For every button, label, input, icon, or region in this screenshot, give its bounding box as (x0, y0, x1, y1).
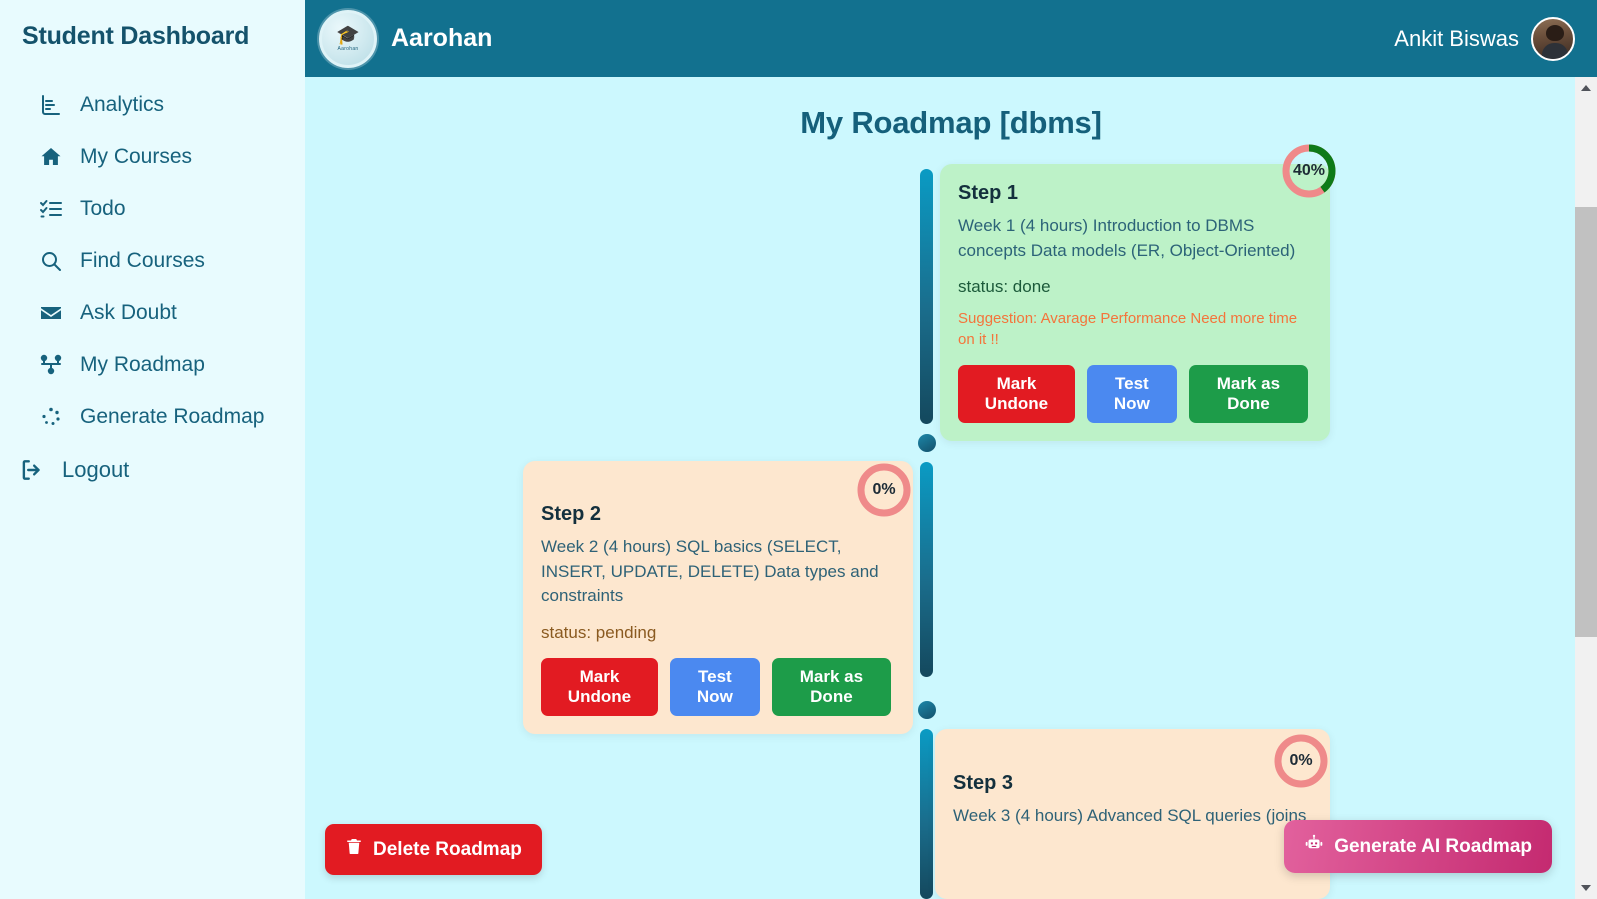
step-header: Step 2 0% (541, 463, 911, 526)
envelope-icon (38, 300, 64, 326)
step-card[interactable]: Step 3 0% Week 3 (4 hours) Advanced SQL … (935, 729, 1330, 899)
spinner-dots-icon (38, 404, 64, 430)
sitemap-icon (38, 352, 64, 378)
sidebar: Student Dashboard Analytics My Courses T… (0, 0, 305, 899)
topbar: 🎓 Aarohan Aarohan Ankit Biswas (305, 0, 1597, 77)
step-description: Week 3 (4 hours) Advanced SQL queries (j… (953, 806, 1307, 825)
sidebar-item-ask-doubt[interactable]: Ask Doubt (0, 287, 305, 339)
timeline-node (918, 434, 936, 452)
sidebar-nav: Analytics My Courses Todo Find Courses A… (0, 79, 305, 497)
sidebar-item-label: Generate Roadmap (80, 405, 265, 428)
page-title: My Roadmap [dbms] (800, 105, 1102, 140)
checklist-icon (38, 196, 64, 222)
sidebar-item-label: Analytics (80, 93, 165, 116)
timeline-node (918, 701, 936, 719)
progress-label: 0% (872, 481, 896, 498)
sidebar-item-label: Ask Doubt (80, 301, 177, 324)
main-area: 🎓 Aarohan Aarohan Ankit Biswas My Roadma… (305, 0, 1597, 899)
sidebar-item-my-roadmap[interactable]: My Roadmap (0, 339, 305, 391)
delete-roadmap-button[interactable]: Delete Roadmap (325, 824, 542, 875)
delete-roadmap-label: Delete Roadmap (373, 838, 522, 860)
sidebar-item-logout[interactable]: Logout (0, 443, 305, 497)
step-header: Step 3 0% (953, 734, 1328, 795)
timeline-segment (920, 729, 933, 899)
step-status: status: pending (541, 622, 657, 642)
analytics-chart-icon (38, 92, 64, 118)
timeline-segment (920, 462, 933, 677)
sidebar-item-analytics[interactable]: Analytics (0, 79, 305, 131)
sidebar-item-label: Todo (80, 197, 126, 220)
topbar-right: Ankit Biswas (1394, 16, 1575, 61)
scroll-down-button[interactable] (1575, 877, 1597, 899)
sidebar-item-label: Logout (62, 457, 130, 482)
search-icon (38, 248, 64, 274)
sidebar-item-generate-roadmap[interactable]: Generate Roadmap (0, 391, 305, 443)
logout-arrow-icon (18, 456, 46, 484)
step-title: Step 3 (953, 772, 1014, 794)
brand[interactable]: 🎓 Aarohan Aarohan (319, 9, 493, 68)
mark-as-done-button[interactable]: Mark as Done (1188, 365, 1308, 424)
avatar[interactable] (1531, 16, 1575, 61)
step-header: Step 1 40% (958, 144, 1336, 205)
trash-icon (345, 837, 363, 862)
step-description: Week 2 (4 hours) SQL basics (SELECT, INS… (541, 537, 879, 606)
progress-label: 40% (1292, 162, 1326, 179)
step-status: status: done (958, 277, 1051, 297)
progress-ring: 0% (1272, 732, 1330, 790)
progress-ring: 0% (855, 461, 913, 519)
caret-up-icon (1581, 85, 1591, 91)
app-root: Student Dashboard Analytics My Courses T… (0, 0, 1597, 899)
mark-undone-button[interactable]: Mark Undone (541, 657, 658, 716)
sidebar-title: Student Dashboard (22, 22, 250, 50)
step-suggestion: Suggestion: Avarage Performance Need mor… (958, 310, 1298, 349)
step-actions: Mark Undone Test Now Mark as Done (541, 657, 891, 716)
aarohan-logo-icon: 🎓 Aarohan (319, 9, 377, 68)
sidebar-item-my-courses[interactable]: My Courses (0, 131, 305, 183)
home-icon (38, 144, 64, 170)
step-description: Week 1 (4 hours) Introduction to DBMS co… (958, 216, 1296, 260)
scroll-up-button[interactable] (1575, 77, 1597, 99)
sidebar-item-label: My Roadmap (80, 353, 205, 376)
step-card[interactable]: Step 1 40% Week 1 (4 hours) Introduction… (940, 144, 1336, 442)
vertical-scrollbar[interactable] (1575, 77, 1597, 899)
logo-wordmark: Aarohan (337, 45, 359, 52)
step-actions: Mark Undone Test Now Mark as Done (958, 365, 1308, 424)
robot-icon (1304, 834, 1324, 859)
sidebar-item-todo[interactable]: Todo (0, 183, 305, 235)
roadmap-content: My Roadmap [dbms] Step 1 40% Week 1 (4 h… (305, 77, 1597, 899)
generate-ai-roadmap-label: Generate AI Roadmap (1334, 835, 1532, 857)
step-title: Step 2 (541, 503, 602, 525)
step-card[interactable]: Step 2 0% Week 2 (4 hours) SQL basics (S… (523, 461, 913, 734)
test-now-button[interactable]: Test Now (1086, 365, 1177, 424)
scrollbar-thumb[interactable] (1575, 207, 1597, 637)
step-title: Step 1 (958, 182, 1019, 204)
mark-undone-button[interactable]: Mark Undone (958, 365, 1075, 424)
brand-name: Aarohan (391, 24, 493, 52)
progress-label: 0% (1289, 752, 1313, 769)
user-name: Ankit Biswas (1394, 25, 1519, 51)
test-now-button[interactable]: Test Now (669, 657, 760, 716)
generate-ai-roadmap-button[interactable]: Generate AI Roadmap (1284, 820, 1552, 873)
timeline-segment (920, 169, 933, 424)
sidebar-item-label: My Courses (80, 145, 193, 168)
sidebar-item-find-courses[interactable]: Find Courses (0, 235, 305, 287)
progress-ring: 40% (1280, 142, 1338, 200)
sidebar-item-label: Find Courses (80, 249, 205, 272)
mark-as-done-button[interactable]: Mark as Done (771, 657, 891, 716)
caret-down-icon (1581, 885, 1591, 891)
graduation-cap-icon: 🎓 (336, 24, 360, 46)
